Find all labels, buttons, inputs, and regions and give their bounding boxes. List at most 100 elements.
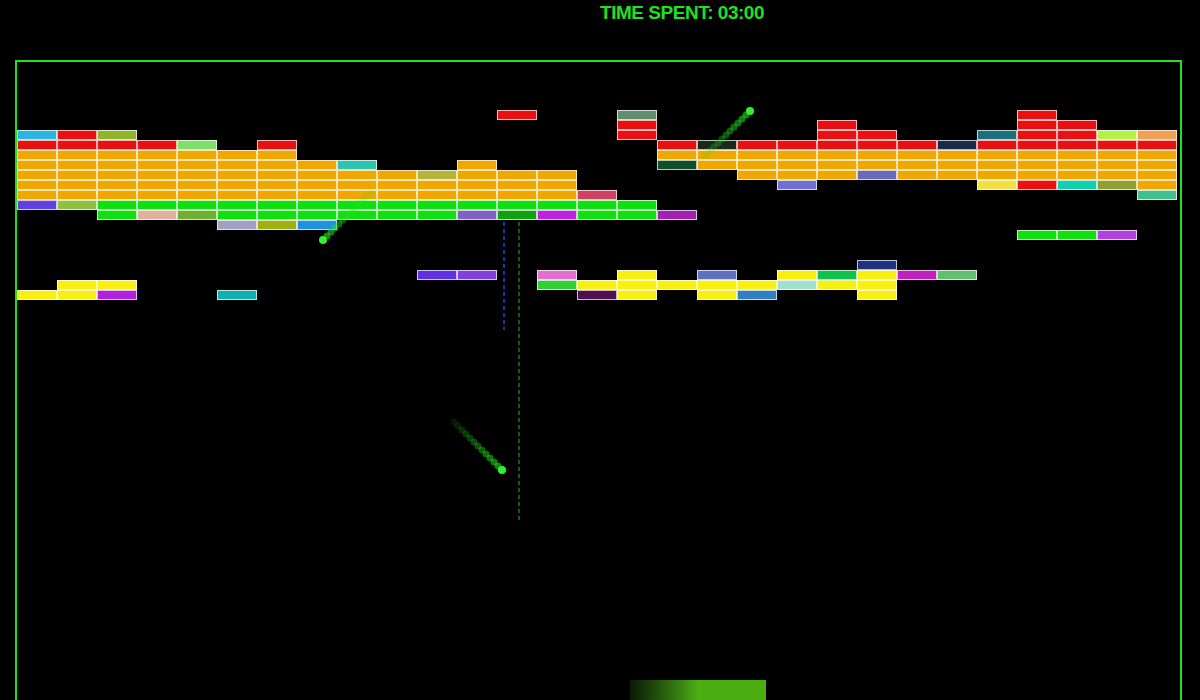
empty-cell [697, 130, 737, 140]
brick [737, 280, 777, 290]
empty-cell [617, 230, 657, 240]
empty-cell [177, 290, 217, 300]
empty-cell [657, 130, 697, 140]
empty-cell [697, 120, 737, 130]
empty-cell [977, 120, 1017, 130]
empty-cell [97, 270, 137, 280]
brick [777, 170, 817, 180]
empty-cell [17, 270, 57, 280]
empty-cell [977, 200, 1017, 210]
empty-cell [57, 120, 97, 130]
brick [337, 170, 377, 180]
paddle[interactable] [630, 680, 766, 700]
ball [451, 419, 507, 475]
empty-cell [297, 110, 337, 120]
empty-cell [1097, 290, 1137, 300]
empty-cell [1057, 190, 1097, 200]
empty-cell [617, 240, 657, 250]
empty-cell [977, 220, 1017, 230]
empty-cell [657, 200, 697, 210]
brick [377, 210, 417, 220]
brick [1097, 140, 1137, 150]
empty-cell [257, 270, 297, 280]
empty-cell [97, 120, 137, 130]
brick [337, 210, 377, 220]
brick [857, 140, 897, 150]
empty-cell [257, 280, 297, 290]
brick [97, 150, 137, 160]
brick [897, 160, 937, 170]
brick [817, 160, 857, 170]
empty-cell [417, 240, 457, 250]
empty-cell [257, 120, 297, 130]
empty-cell [897, 220, 937, 230]
empty-cell [297, 270, 337, 280]
brick [57, 190, 97, 200]
empty-cell [537, 150, 577, 160]
brick [217, 290, 257, 300]
empty-cell [1137, 290, 1177, 300]
empty-cell [257, 230, 297, 240]
empty-cell [297, 250, 337, 260]
brick [497, 180, 537, 190]
brick [257, 140, 297, 150]
empty-cell [377, 230, 417, 240]
brick [457, 160, 497, 170]
brick [857, 160, 897, 170]
brick [497, 190, 537, 200]
empty-cell [977, 230, 1017, 240]
brick [137, 160, 177, 170]
empty-cell [17, 230, 57, 240]
brick [137, 180, 177, 190]
brick [97, 130, 137, 140]
empty-cell [697, 240, 737, 250]
empty-cell [537, 240, 577, 250]
empty-cell [217, 260, 257, 270]
empty-cell [1017, 240, 1057, 250]
brick [137, 150, 177, 160]
empty-cell [857, 220, 897, 230]
empty-cell [737, 130, 777, 140]
empty-cell [617, 220, 657, 230]
empty-cell [577, 240, 617, 250]
brick [17, 170, 57, 180]
empty-cell [257, 250, 297, 260]
brick [617, 210, 657, 220]
brick [97, 140, 137, 150]
empty-cell [937, 120, 977, 130]
empty-cell [657, 250, 697, 260]
empty-cell [577, 270, 617, 280]
brick [17, 180, 57, 190]
brick [977, 180, 1017, 190]
empty-cell [1097, 210, 1137, 220]
empty-cell [257, 110, 297, 120]
brick [417, 180, 457, 190]
brick [977, 150, 1017, 160]
empty-cell [297, 260, 337, 270]
empty-cell [377, 280, 417, 290]
empty-cell [57, 230, 97, 240]
brick [1137, 190, 1177, 200]
empty-cell [617, 260, 657, 270]
brick [817, 170, 857, 180]
empty-cell [737, 220, 777, 230]
empty-cell [857, 210, 897, 220]
empty-cell [1137, 250, 1177, 260]
brick [817, 120, 857, 130]
brick [457, 180, 497, 190]
brick [97, 180, 137, 190]
empty-cell [537, 130, 577, 140]
empty-cell [937, 220, 977, 230]
empty-cell [897, 250, 937, 260]
empty-cell [777, 190, 817, 200]
brick [17, 140, 57, 150]
empty-cell [897, 280, 937, 290]
brick [857, 150, 897, 160]
brick [57, 290, 97, 300]
brick [1017, 160, 1057, 170]
brick [537, 210, 577, 220]
empty-cell [497, 280, 537, 290]
empty-cell [617, 140, 657, 150]
brick [97, 170, 137, 180]
empty-cell [57, 260, 97, 270]
